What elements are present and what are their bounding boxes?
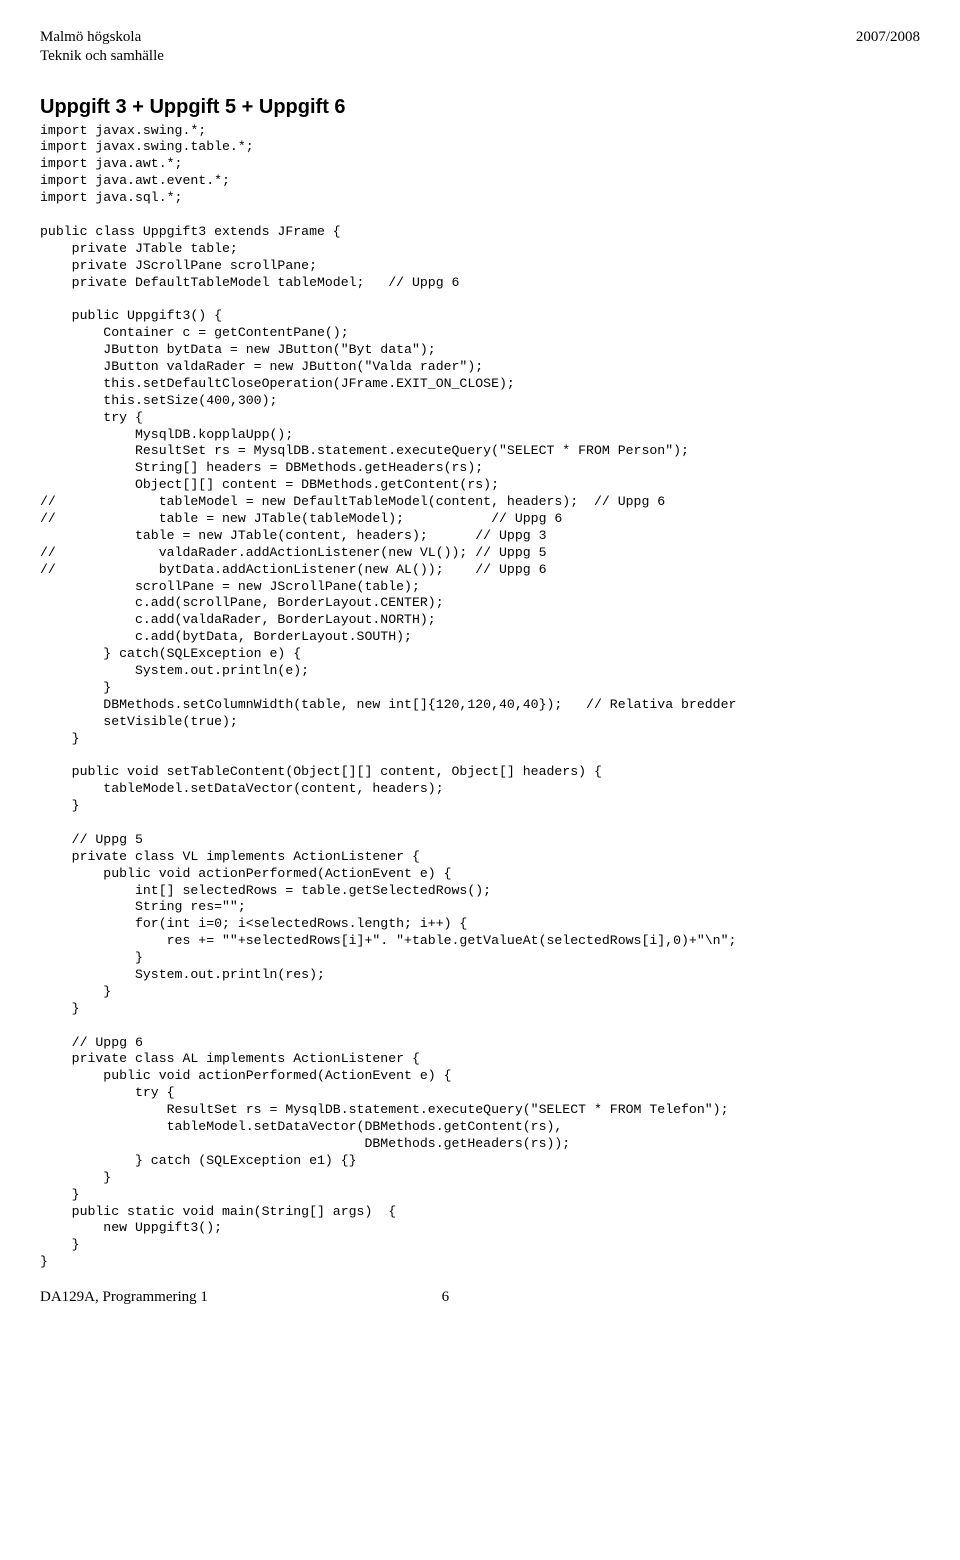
page-header: Malmö högskola Teknik och samhälle 2007/… [40, 28, 920, 66]
course-code: DA129A, Programmering 1 [40, 1289, 208, 1305]
department-name: Teknik och samhälle [40, 47, 164, 66]
page-title: Uppgift 3 + Uppgift 5 + Uppgift 6 [40, 96, 920, 119]
page-footer: DA129A, Programmering 1 6 [40, 1289, 920, 1306]
institution-name: Malmö högskola [40, 28, 164, 47]
code-block: import javax.swing.*; import javax.swing… [40, 123, 920, 1272]
academic-year: 2007/2008 [856, 28, 920, 66]
header-left: Malmö högskola Teknik och samhälle [40, 28, 164, 66]
page-number: 6 [442, 1289, 450, 1306]
